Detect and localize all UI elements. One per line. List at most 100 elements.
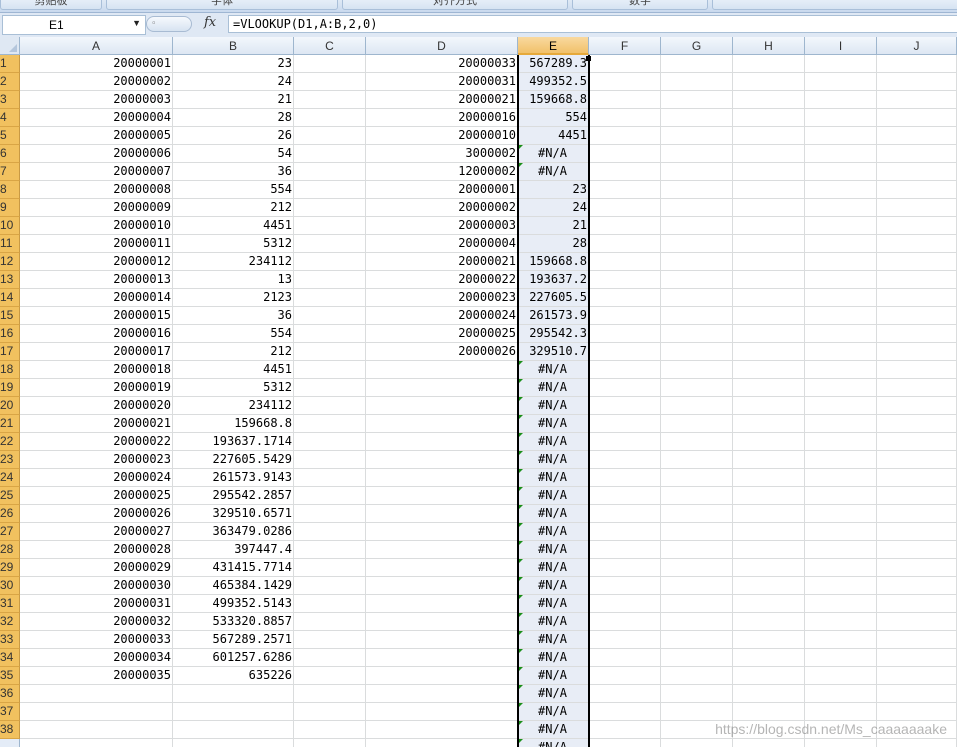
cell-h[interactable] xyxy=(733,361,805,379)
row-header[interactable]: 16 xyxy=(0,325,20,343)
row-header[interactable]: 27 xyxy=(0,523,20,541)
row-header[interactable]: 33 xyxy=(0,631,20,649)
cell-h[interactable] xyxy=(733,307,805,325)
row-header[interactable]: 22 xyxy=(0,433,20,451)
row-header[interactable]: 11 xyxy=(0,235,20,253)
row-header[interactable]: 25 xyxy=(0,487,20,505)
cell-c[interactable] xyxy=(294,469,366,487)
cell-b[interactable]: 234112 xyxy=(173,253,294,271)
row-header[interactable] xyxy=(0,739,20,747)
cell-c[interactable] xyxy=(294,613,366,631)
cell-b[interactable]: 227605.5429 xyxy=(173,451,294,469)
cell-f[interactable] xyxy=(589,649,661,667)
cell-e[interactable]: #N/A xyxy=(518,559,589,577)
cell-e[interactable]: #N/A xyxy=(518,541,589,559)
row-header[interactable]: 28 xyxy=(0,541,20,559)
cell-c[interactable] xyxy=(294,361,366,379)
cell-h[interactable] xyxy=(733,73,805,91)
cell-i[interactable] xyxy=(805,55,877,73)
cell-h[interactable] xyxy=(733,523,805,541)
cell-f[interactable] xyxy=(589,181,661,199)
cell-g[interactable] xyxy=(661,451,733,469)
cell-e[interactable]: 23 xyxy=(518,181,589,199)
cell-a[interactable]: 20000020 xyxy=(20,397,173,415)
cell-i[interactable] xyxy=(805,271,877,289)
name-box[interactable]: E1 ▼ xyxy=(2,15,146,35)
cell-d[interactable]: 20000022 xyxy=(366,271,518,289)
cell-i[interactable] xyxy=(805,415,877,433)
cell-b[interactable]: 212 xyxy=(173,343,294,361)
column-header-h[interactable]: H xyxy=(733,37,805,55)
cell-i[interactable] xyxy=(805,433,877,451)
cell-j[interactable] xyxy=(877,469,957,487)
column-header-c[interactable]: C xyxy=(294,37,366,55)
cell-j[interactable] xyxy=(877,73,957,91)
cell-a[interactable]: 20000026 xyxy=(20,505,173,523)
row-header[interactable]: 20 xyxy=(0,397,20,415)
cell-c[interactable] xyxy=(294,127,366,145)
cell-d[interactable] xyxy=(366,577,518,595)
cell-c[interactable] xyxy=(294,199,366,217)
cell-g[interactable] xyxy=(661,505,733,523)
cell-j[interactable] xyxy=(877,703,957,721)
cell-a[interactable] xyxy=(20,703,173,721)
cell-f[interactable] xyxy=(589,739,661,747)
cell-a[interactable] xyxy=(20,685,173,703)
cell-c[interactable] xyxy=(294,631,366,649)
cell-g[interactable] xyxy=(661,253,733,271)
cell-g[interactable] xyxy=(661,415,733,433)
row-header[interactable]: 23 xyxy=(0,451,20,469)
cell-i[interactable] xyxy=(805,325,877,343)
cell-j[interactable] xyxy=(877,145,957,163)
cell-g[interactable] xyxy=(661,73,733,91)
cell-e[interactable]: #N/A xyxy=(518,523,589,541)
cell-b[interactable]: 5312 xyxy=(173,235,294,253)
cell-a[interactable]: 20000017 xyxy=(20,343,173,361)
cell-i[interactable] xyxy=(805,667,877,685)
cell-d[interactable]: 20000003 xyxy=(366,217,518,235)
cell-c[interactable] xyxy=(294,487,366,505)
formula-input[interactable]: =VLOOKUP(D1,A:B,2,0) xyxy=(228,15,957,33)
cell-f[interactable] xyxy=(589,721,661,739)
cell-d[interactable]: 20000016 xyxy=(366,109,518,127)
cell-a[interactable]: 20000008 xyxy=(20,181,173,199)
cell-h[interactable] xyxy=(733,613,805,631)
cell-a[interactable]: 20000022 xyxy=(20,433,173,451)
column-header-j[interactable]: J xyxy=(877,37,957,55)
cell-j[interactable] xyxy=(877,397,957,415)
cell-b[interactable]: 234112 xyxy=(173,397,294,415)
cell-c[interactable] xyxy=(294,145,366,163)
cell-j[interactable] xyxy=(877,577,957,595)
cell-h[interactable] xyxy=(733,649,805,667)
row-header[interactable]: 35 xyxy=(0,667,20,685)
cell-b[interactable]: 261573.9143 xyxy=(173,469,294,487)
cell-e[interactable]: 261573.9 xyxy=(518,307,589,325)
cell-i[interactable] xyxy=(805,235,877,253)
cell-e[interactable]: 554 xyxy=(518,109,589,127)
cell-e[interactable]: #N/A xyxy=(518,487,589,505)
cell-c[interactable] xyxy=(294,433,366,451)
cell-b[interactable]: 431415.7714 xyxy=(173,559,294,577)
cell-i[interactable] xyxy=(805,577,877,595)
cell-d[interactable] xyxy=(366,649,518,667)
cell-h[interactable] xyxy=(733,397,805,415)
cell-d[interactable] xyxy=(366,541,518,559)
cell-i[interactable] xyxy=(805,649,877,667)
cell-j[interactable] xyxy=(877,379,957,397)
cell-d[interactable] xyxy=(366,739,518,747)
cell-i[interactable] xyxy=(805,451,877,469)
cell-a[interactable]: 20000031 xyxy=(20,595,173,613)
cell-a[interactable]: 20000034 xyxy=(20,649,173,667)
column-header-i[interactable]: I xyxy=(805,37,877,55)
cell-c[interactable] xyxy=(294,559,366,577)
cell-j[interactable] xyxy=(877,487,957,505)
cell-f[interactable] xyxy=(589,559,661,577)
cell-h[interactable] xyxy=(733,703,805,721)
cell-b[interactable]: 23 xyxy=(173,55,294,73)
cell-f[interactable] xyxy=(589,163,661,181)
cell-g[interactable] xyxy=(661,289,733,307)
cell-b[interactable]: 635226 xyxy=(173,667,294,685)
cell-c[interactable] xyxy=(294,595,366,613)
column-header-g[interactable]: G xyxy=(661,37,733,55)
cell-f[interactable] xyxy=(589,127,661,145)
